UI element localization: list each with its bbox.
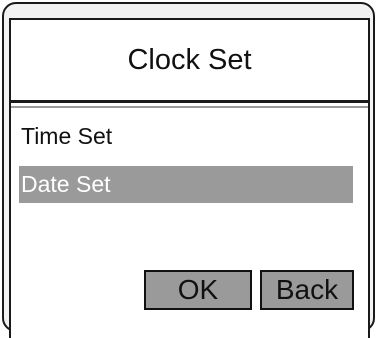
menu-item-time-set[interactable]: Time Set bbox=[19, 118, 353, 155]
page-title: Clock Set bbox=[127, 43, 252, 76]
clock-set-screen: Clock Set Time Set Date Set OK Back bbox=[9, 18, 370, 338]
menu-item-date-set[interactable]: Date Set bbox=[19, 166, 353, 203]
menu-item-label: Time Set bbox=[21, 123, 113, 149]
back-button[interactable]: Back bbox=[260, 270, 354, 310]
ok-button[interactable]: OK bbox=[144, 270, 252, 310]
title-bar: Clock Set bbox=[11, 20, 368, 103]
title-divider bbox=[11, 106, 368, 108]
menu-item-label: Date Set bbox=[21, 171, 111, 197]
